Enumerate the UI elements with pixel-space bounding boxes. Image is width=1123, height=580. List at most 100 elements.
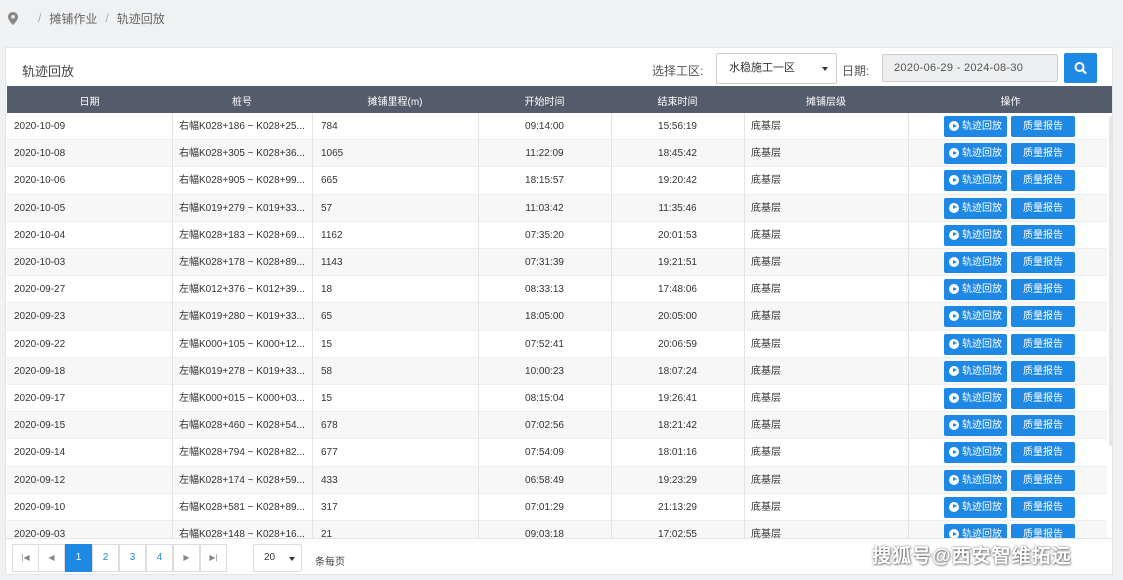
- cell-start-time: 09:03:18: [525, 529, 564, 538]
- track-playback-button[interactable]: 轨迹回放: [944, 306, 1007, 328]
- cell-date: 2020-09-23: [14, 311, 66, 323]
- quality-report-button[interactable]: 质量报告: [1011, 306, 1075, 328]
- track-playback-button[interactable]: 轨迹回放: [944, 333, 1007, 355]
- breadcrumb-separator: /: [105, 11, 109, 25]
- track-playback-button[interactable]: 轨迹回放: [944, 279, 1007, 301]
- column-divider: [172, 357, 173, 385]
- column-divider: [908, 466, 909, 494]
- track-playback-label: 轨迹回放: [962, 148, 1002, 160]
- cell-end-time: 21:13:29: [658, 501, 697, 513]
- table-row: 2020-09-22 左幅K000+105 ~ K000+12... 15 07:52…: [7, 330, 1107, 358]
- cell-end-time: 20:05:00: [658, 311, 697, 323]
- page-button-4[interactable]: 4: [146, 544, 173, 572]
- quality-report-button[interactable]: 质量报告: [1011, 388, 1075, 409]
- column-divider: [172, 194, 173, 222]
- search-button[interactable]: [1064, 53, 1097, 83]
- column-header-layer[interactable]: 摊铺层级: [744, 93, 908, 108]
- prev-page-button[interactable]: ◀: [38, 544, 65, 572]
- cell-date: 2020-09-15: [14, 420, 66, 432]
- page-size-value: 20: [264, 552, 276, 563]
- quality-report-button[interactable]: 质量报告: [1011, 524, 1075, 538]
- cell-start-time: 08:15:04: [525, 393, 564, 404]
- cell-end-time: 18:01:16: [658, 447, 697, 459]
- track-playback-button[interactable]: 轨迹回放: [944, 197, 1007, 219]
- page-size-select[interactable]: 20: [253, 544, 302, 572]
- track-playback-button[interactable]: 轨迹回放: [944, 415, 1007, 437]
- column-header-stake[interactable]: 桩号: [172, 93, 312, 108]
- chevron-down-icon: [289, 557, 295, 561]
- quality-report-button[interactable]: 质量报告: [1011, 143, 1075, 165]
- cell-date: 2020-10-06: [14, 175, 66, 187]
- cell-stake: 右幅K028+581 ~ K028+89...: [179, 501, 305, 513]
- table-row: 2020-09-18 左幅K019+278 ~ K019+33... 58 10:00…: [7, 357, 1107, 385]
- last-page-button[interactable]: ▶|: [200, 544, 227, 572]
- quality-report-button[interactable]: 质量报告: [1011, 469, 1075, 491]
- track-playback-button[interactable]: 轨迹回放: [944, 442, 1007, 464]
- quality-report-button[interactable]: 质量报告: [1011, 360, 1075, 382]
- column-divider: [172, 303, 173, 331]
- track-playback-button[interactable]: 轨迹回放: [944, 469, 1007, 491]
- quality-report-button[interactable]: 质量报告: [1011, 496, 1075, 518]
- area-select[interactable]: 水稳施工一区: [716, 53, 837, 84]
- column-divider: [908, 385, 909, 412]
- table-row: 2020-09-15 右幅K028+460 ~ K028+54... 678 07:0…: [7, 412, 1107, 440]
- play-circle-icon: [949, 365, 959, 376]
- track-playback-label: 轨迹回放: [962, 229, 1002, 241]
- cell-end-time: 20:01:53: [658, 229, 697, 241]
- cell-start-time: 07:31:39: [525, 257, 564, 268]
- cell-date: 2020-09-03: [14, 529, 66, 538]
- track-playback-button[interactable]: 轨迹回放: [944, 116, 1007, 137]
- track-playback-label: 轨迹回放: [962, 365, 1002, 377]
- track-playback-button[interactable]: 轨迹回放: [944, 143, 1007, 165]
- cell-mileage: 1143: [321, 257, 343, 268]
- watermark: 搜狐号@西安智维拓远: [872, 546, 1072, 567]
- first-page-button[interactable]: |◀: [12, 544, 39, 572]
- page-button-3[interactable]: 3: [119, 544, 146, 572]
- quality-report-button[interactable]: 质量报告: [1011, 442, 1075, 464]
- quality-report-button[interactable]: 质量报告: [1011, 415, 1075, 437]
- page-button-1[interactable]: 1: [65, 544, 92, 572]
- column-header-mileage[interactable]: 摊铺里程(m): [312, 93, 478, 108]
- quality-report-button[interactable]: 质量报告: [1011, 197, 1075, 219]
- page-button-2[interactable]: 2: [92, 544, 119, 572]
- track-playback-button[interactable]: 轨迹回放: [944, 496, 1007, 518]
- next-page-button[interactable]: ▶: [173, 544, 200, 572]
- table-scrollbar[interactable]: [1109, 116, 1112, 446]
- track-playback-button[interactable]: 轨迹回放: [944, 524, 1007, 538]
- column-header-start-time[interactable]: 开始时间: [478, 93, 611, 108]
- quality-report-button[interactable]: 质量报告: [1011, 224, 1075, 246]
- panel-title: 轨迹回放: [22, 64, 75, 79]
- cell-mileage: 57: [321, 202, 333, 214]
- track-playback-panel: 轨迹回放 选择工区: 水稳施工一区 日期: 2020-06-29 - 2024-…: [5, 47, 1113, 575]
- track-playback-button[interactable]: 轨迹回放: [944, 170, 1007, 192]
- column-divider: [744, 466, 745, 494]
- cell-stake: 左幅K000+015 ~ K000+03...: [179, 393, 305, 404]
- cell-end-time: 19:20:42: [658, 175, 697, 187]
- play-circle-icon: [949, 202, 959, 213]
- quality-report-button[interactable]: 质量报告: [1011, 116, 1075, 137]
- column-divider: [744, 357, 745, 385]
- column-header-date[interactable]: 日期: [7, 93, 172, 108]
- column-divider: [312, 276, 313, 304]
- track-playback-button[interactable]: 轨迹回放: [944, 224, 1007, 246]
- column-header-end-time[interactable]: 结束时间: [611, 93, 744, 108]
- column-divider: [744, 303, 745, 331]
- breadcrumb-item-paving[interactable]: 摊铺作业: [49, 10, 97, 27]
- quality-report-button[interactable]: 质量报告: [1011, 170, 1075, 192]
- filter-toolbar: 轨迹回放 选择工区: 水稳施工一区 日期: 2020-06-29 - 2024-…: [6, 48, 1112, 86]
- track-playback-button[interactable]: 轨迹回放: [944, 388, 1007, 409]
- quality-report-button[interactable]: 质量报告: [1011, 333, 1075, 355]
- cell-start-time: 10:00:23: [525, 365, 564, 377]
- quality-report-button[interactable]: 质量报告: [1011, 252, 1075, 273]
- column-divider: [908, 140, 909, 168]
- track-playback-button[interactable]: 轨迹回放: [944, 252, 1007, 273]
- quality-report-button[interactable]: 质量报告: [1011, 279, 1075, 301]
- track-playback-button[interactable]: 轨迹回放: [944, 360, 1007, 382]
- cell-start-time: 07:52:41: [525, 338, 564, 350]
- cell-mileage: 677: [321, 447, 338, 459]
- area-label: 选择工区:: [652, 64, 704, 78]
- column-divider: [172, 385, 173, 412]
- column-header-actions: 操作: [1000, 97, 1021, 108]
- column-divider: [908, 276, 909, 304]
- date-range-input[interactable]: 2020-06-29 - 2024-08-30: [882, 54, 1058, 82]
